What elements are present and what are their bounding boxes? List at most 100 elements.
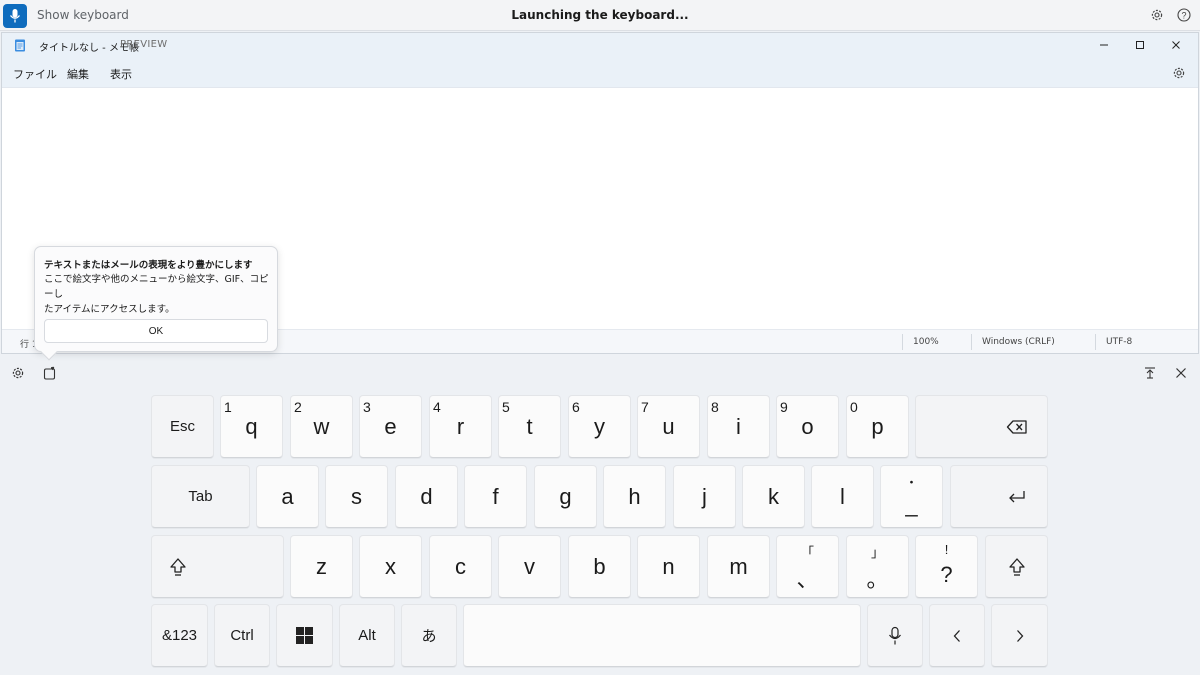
key-a[interactable]: a: [256, 465, 319, 528]
key-v[interactable]: v: [498, 535, 561, 598]
key-n[interactable]: n: [637, 535, 700, 598]
key-m[interactable]: m: [707, 535, 770, 598]
key-d[interactable]: d: [395, 465, 458, 528]
key-number: 7: [641, 399, 649, 415]
keyboard-settings-icon[interactable]: [10, 365, 26, 381]
key-comma-bracket[interactable]: 「 、: [776, 535, 839, 598]
key-label: _: [905, 492, 918, 517]
key-label: w: [313, 413, 330, 439]
menu-file[interactable]: ファイル: [13, 66, 57, 82]
key-windows[interactable]: [276, 604, 333, 667]
key-number: 8: [711, 399, 719, 415]
key-s[interactable]: s: [325, 465, 388, 528]
help-icon[interactable]: ?: [1176, 7, 1192, 23]
close-keyboard-icon[interactable]: [1173, 365, 1189, 381]
key-label: j: [702, 483, 707, 509]
key-o[interactable]: 9 o: [776, 395, 839, 458]
key-k[interactable]: k: [742, 465, 805, 528]
key-number: 4: [433, 399, 441, 415]
key-number: 3: [363, 399, 371, 415]
key-r[interactable]: 4 r: [429, 395, 492, 458]
shift-icon: [169, 557, 186, 576]
key-alt[interactable]: Alt: [339, 604, 395, 667]
enter-icon: [1009, 490, 1025, 502]
key-label: 。: [866, 567, 889, 592]
backspace-icon: [1006, 419, 1027, 434]
key-alt-label: 」: [870, 545, 884, 560]
key-e[interactable]: 3 e: [359, 395, 422, 458]
encoding: UTF-8: [1106, 337, 1133, 347]
key-number: 6: [572, 399, 580, 415]
key-q[interactable]: 1 q: [220, 395, 283, 458]
key-b[interactable]: b: [568, 535, 631, 598]
maximize-button[interactable]: [1122, 33, 1158, 57]
voice-typing-bar: Show keyboard Launching the keyboard... …: [0, 0, 1200, 31]
key-label: n: [662, 553, 675, 579]
key-right-arrow[interactable]: [991, 604, 1048, 667]
ok-button[interactable]: OK: [44, 319, 268, 343]
key-shift-left[interactable]: [151, 535, 284, 598]
key-label: Tab: [188, 488, 213, 505]
key-label: r: [456, 413, 465, 439]
key-symbols[interactable]: &123: [151, 604, 208, 667]
key-period-bracket[interactable]: 」 。: [846, 535, 909, 598]
line-ending: Windows (CRLF): [982, 337, 1055, 347]
key-y[interactable]: 6 y: [568, 395, 631, 458]
key-p[interactable]: 0 p: [846, 395, 909, 458]
key-number: 0: [850, 399, 858, 415]
key-question-exclaim[interactable]: ! ?: [915, 535, 978, 598]
key-label: 、: [796, 567, 819, 592]
key-tab[interactable]: Tab: [151, 465, 250, 528]
key-f[interactable]: f: [464, 465, 527, 528]
tip-body-line: ここで絵文字や他のメニューから絵文字、GIF、コピーし: [44, 274, 269, 300]
emoji-panel-icon[interactable]: [42, 365, 58, 381]
key-label: s: [351, 483, 362, 509]
key-space[interactable]: [463, 604, 861, 667]
key-label: あ: [421, 628, 437, 645]
tip-body: ここで絵文字や他のメニューから絵文字、GIF、コピーし たアイテムにアクセスしま…: [44, 272, 272, 317]
key-c[interactable]: c: [429, 535, 492, 598]
minimize-icon: [1100, 44, 1108, 46]
key-left-arrow[interactable]: [929, 604, 985, 667]
key-dictation[interactable]: [867, 604, 923, 667]
chevron-right-icon: [1016, 629, 1023, 642]
key-i[interactable]: 8 i: [707, 395, 770, 458]
key-enter[interactable]: [950, 465, 1048, 528]
menu-view[interactable]: 表示: [110, 66, 132, 82]
chevron-left-icon: [953, 629, 960, 642]
settings-gear-icon[interactable]: [1172, 66, 1186, 80]
key-alt-label: ・: [904, 475, 918, 490]
close-window-button[interactable]: [1158, 33, 1194, 57]
key-ctrl[interactable]: Ctrl: [214, 604, 270, 667]
key-z[interactable]: z: [290, 535, 353, 598]
key-w[interactable]: 2 w: [290, 395, 353, 458]
key-backspace[interactable]: [915, 395, 1048, 458]
key-label: v: [524, 553, 535, 579]
key-label: k: [768, 483, 779, 509]
menu-edit[interactable]: 編集: [67, 66, 89, 82]
key-shift-right[interactable]: [985, 535, 1048, 598]
key-esc[interactable]: Esc: [151, 395, 214, 458]
key-label: y: [594, 413, 605, 439]
key-label: Ctrl: [230, 627, 254, 644]
key-label: a: [281, 483, 294, 509]
key-label: i: [736, 413, 741, 439]
key-t[interactable]: 5 t: [498, 395, 561, 458]
key-h[interactable]: h: [603, 465, 666, 528]
key-ime-toggle[interactable]: あ: [401, 604, 457, 667]
gear-icon[interactable]: [1149, 7, 1165, 23]
status-divider: [902, 334, 903, 350]
key-alt-label: !: [944, 542, 949, 557]
dock-keyboard-icon[interactable]: [1142, 365, 1158, 381]
key-label: x: [385, 553, 396, 579]
key-u[interactable]: 7 u: [637, 395, 700, 458]
key-j[interactable]: j: [673, 465, 736, 528]
maximize-icon: [1136, 41, 1144, 49]
key-g[interactable]: g: [534, 465, 597, 528]
menu-bar: ファイル 編集 表示: [2, 57, 1198, 88]
key-middle-dot-underscore[interactable]: ・ _: [880, 465, 943, 528]
title-bar: タイトルなし - メモ帳 PREVIEW: [2, 33, 1198, 57]
minimize-button[interactable]: [1086, 33, 1122, 57]
key-l[interactable]: l: [811, 465, 874, 528]
key-x[interactable]: x: [359, 535, 422, 598]
